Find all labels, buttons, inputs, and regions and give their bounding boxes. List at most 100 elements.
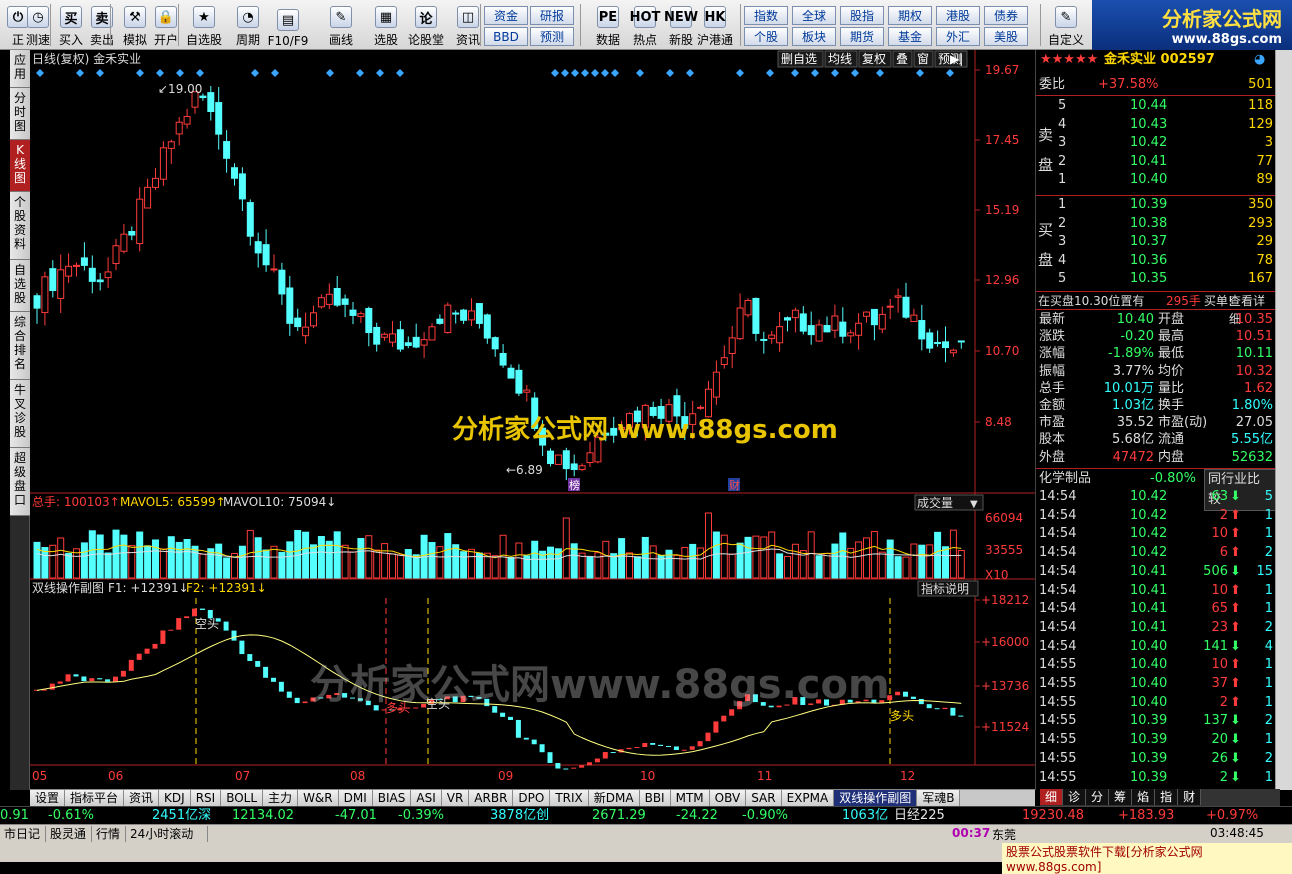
sidebar-tab-5[interactable]: 综合排名 — [10, 312, 30, 380]
globe-icon[interactable]: ◕ — [1254, 51, 1265, 69]
buy-level-row[interactable]: 5 10.35 167 — [1036, 270, 1276, 288]
bottom-item-3[interactable]: 24小时滚动 — [126, 826, 208, 842]
indicator-tab-14[interactable]: TRIX — [550, 790, 589, 806]
indicator-tab-21[interactable]: 双线操作副图 — [834, 790, 918, 806]
tick-time: 14:55 — [1039, 750, 1077, 766]
buy-level-row[interactable]: 2 10.38 293 — [1036, 215, 1276, 233]
indicator-tab-12[interactable]: ARBR — [469, 790, 514, 806]
ad-banner[interactable]: 股票公式股票软件下载[分析家公式网www.88gs.com] — [1002, 843, 1292, 874]
right-tab-5[interactable]: 指 — [1155, 789, 1179, 805]
stat-label: 涨跌 — [1039, 329, 1066, 345]
scrollbar[interactable] — [1275, 50, 1292, 790]
toolbar-box-button-6[interactable]: 股指 — [840, 6, 884, 25]
indicator-tab-11[interactable]: VR — [441, 790, 470, 806]
indicator-tab-4[interactable]: RSI — [190, 790, 222, 806]
toolbar-box-button-8[interactable]: 港股 — [936, 6, 980, 25]
bottom-item-1[interactable]: 股灵通 — [46, 826, 92, 842]
indicator-tab-13[interactable]: DPO — [513, 790, 551, 806]
toolbar-button-6[interactable]: ★ 自选股 — [186, 2, 222, 48]
order-notice[interactable]: 在买盘10.30位置有 295手 买单! 查看详细 — [1036, 291, 1276, 326]
buy-level-row[interactable]: 1 10.39 350 — [1036, 196, 1276, 214]
ind-candle — [278, 681, 284, 692]
toolbar-button-9[interactable]: ✎ 画线 — [323, 2, 359, 48]
sell-level-row[interactable]: 4 10.43 129 — [1036, 116, 1276, 134]
kline-chart[interactable]: 日线(复权) 金禾实业 删自选 均线 复权叠窗预测 ▶| 19.67 17.45 15.19 1… — [30, 50, 1035, 790]
toolbar-button-3[interactable]: 卖卖出 — [84, 2, 120, 48]
toolbar-box-button-4[interactable]: 指数 — [744, 6, 788, 25]
toolbar-button-8[interactable]: ▤ F10/F9 — [268, 2, 308, 48]
bottom-item-2[interactable]: 行情 — [92, 826, 126, 842]
indicator-tab-10[interactable]: ASI — [411, 790, 442, 806]
bottom-item-0[interactable]: 市日记 — [0, 826, 46, 842]
sidebar-tab-2[interactable]: K线图 — [10, 140, 30, 192]
sidebar-tab-6[interactable]: 牛叉诊股 — [10, 380, 30, 448]
toolbar-box-button-1[interactable]: 研报 — [530, 6, 574, 25]
toolbar-box-button-10[interactable]: 个股 — [744, 27, 788, 46]
toolbar-box-button-3[interactable]: 预测 — [530, 27, 574, 46]
right-tab-4[interactable]: 焰 — [1132, 789, 1156, 805]
sidebar-tab-7[interactable]: 超级盘口 — [10, 448, 30, 516]
custom-button[interactable]: ✎ 自定义 — [1046, 2, 1086, 48]
sell-level-row[interactable]: 3 10.42 3 — [1036, 134, 1276, 152]
indicator-tab-16[interactable]: BBI — [639, 790, 671, 806]
right-tab-2[interactable]: 分 — [1086, 789, 1110, 805]
indicator-tab-18[interactable]: OBV — [709, 790, 747, 806]
chart-tool-arrow-icon[interactable]: ▶| — [950, 52, 963, 66]
dropdown-arrow-icon[interactable]: ▼ — [970, 499, 978, 510]
toolbar-button-16[interactable]: HK 沪港通 — [697, 2, 733, 48]
right-tab-6[interactable]: 财 — [1178, 789, 1202, 805]
indicator-tab-0[interactable]: 设置 — [30, 790, 66, 806]
indicator-tab-8[interactable]: DMI — [338, 790, 373, 806]
toolbar-box-button-11[interactable]: 板块 — [792, 27, 836, 46]
toolbar-box-button-7[interactable]: 期权 — [888, 6, 932, 25]
indicator-tab-7[interactable]: W&R — [298, 790, 339, 806]
toolbar-box-button-5[interactable]: 全球 — [792, 6, 836, 25]
right-tab-3[interactable]: 筹 — [1109, 789, 1133, 805]
toolbar-button-10[interactable]: ▦ 选股 — [368, 2, 404, 48]
toolbar-box-button-2[interactable]: BBD — [484, 27, 528, 46]
indicator-tab-22[interactable]: 军魂B — [917, 790, 961, 806]
indicator-tab-9[interactable]: BIAS — [372, 790, 412, 806]
right-tabbar: 细诊分筹焰指财 — [1040, 789, 1280, 806]
candle-body — [957, 340, 965, 343]
sidebar-tab-0[interactable]: 应用 — [10, 50, 30, 88]
indicator-tab-20[interactable]: EXPMA — [781, 790, 835, 806]
indicator-tab-17[interactable]: MTM — [670, 790, 710, 806]
indicator-tab-3[interactable]: KDJ — [159, 790, 191, 806]
volume-bar — [768, 531, 776, 579]
toolbar-box-button-13[interactable]: 基金 — [888, 27, 932, 46]
buy-level-row[interactable]: 4 10.36 78 — [1036, 252, 1276, 270]
toolbar-box-button-12[interactable]: 期货 — [840, 27, 884, 46]
toolbar-button-13[interactable]: PE 数据 — [590, 2, 626, 48]
ind-candle — [539, 744, 545, 753]
sell-level-row[interactable]: 5 10.44 118 — [1036, 97, 1276, 115]
right-tab-0[interactable]: 细 — [1040, 789, 1064, 805]
sell-level-row[interactable]: 2 10.41 77 — [1036, 153, 1276, 171]
toolbar-button-7[interactable]: ◔ 周期 — [230, 2, 266, 48]
buy-level-row[interactable]: 3 10.37 29 — [1036, 233, 1276, 251]
toolbar-button-11[interactable]: 论论股堂 — [408, 2, 444, 48]
toolbar-label-13: 数据 — [595, 33, 620, 47]
indicator-tab-19[interactable]: SAR — [746, 790, 782, 806]
indicator-tab-5[interactable]: BOLL — [221, 790, 264, 806]
toolbar-box-button-14[interactable]: 外汇 — [936, 27, 980, 46]
toolbar-button-15[interactable]: NEW 新股 — [663, 2, 699, 48]
news-text[interactable]: 东莞 — [992, 826, 1016, 843]
sidebar-tab-4[interactable]: 自选股 — [10, 260, 30, 312]
sidebar-tab-3[interactable]: 个股资料 — [10, 192, 30, 260]
toolbar-box-button-0[interactable]: 资金 — [484, 6, 528, 25]
sidebar-tab-1[interactable]: 分时图 — [10, 88, 30, 140]
toolbar-box-button-15[interactable]: 美股 — [984, 27, 1028, 46]
indicator-tab-6[interactable]: 主力 — [263, 790, 299, 806]
right-tab-1[interactable]: 诊 — [1063, 789, 1087, 805]
indicator-tab-15[interactable]: 新DMA — [588, 790, 640, 806]
level-volume: 167 — [1248, 271, 1273, 286]
tick-count: 2 — [1264, 713, 1273, 729]
toolbar-box-button-9[interactable]: 债券 — [984, 6, 1028, 25]
indicator-tab-2[interactable]: 资讯 — [124, 790, 160, 806]
price-tick-label: 15.19 — [985, 203, 1019, 217]
candle-body — [452, 312, 460, 315]
sell-level-row[interactable]: 1 10.40 89 — [1036, 171, 1276, 189]
toolbar-button-14[interactable]: HOT 热点 — [627, 2, 663, 48]
indicator-tab-1[interactable]: 指标平台 — [65, 790, 125, 806]
